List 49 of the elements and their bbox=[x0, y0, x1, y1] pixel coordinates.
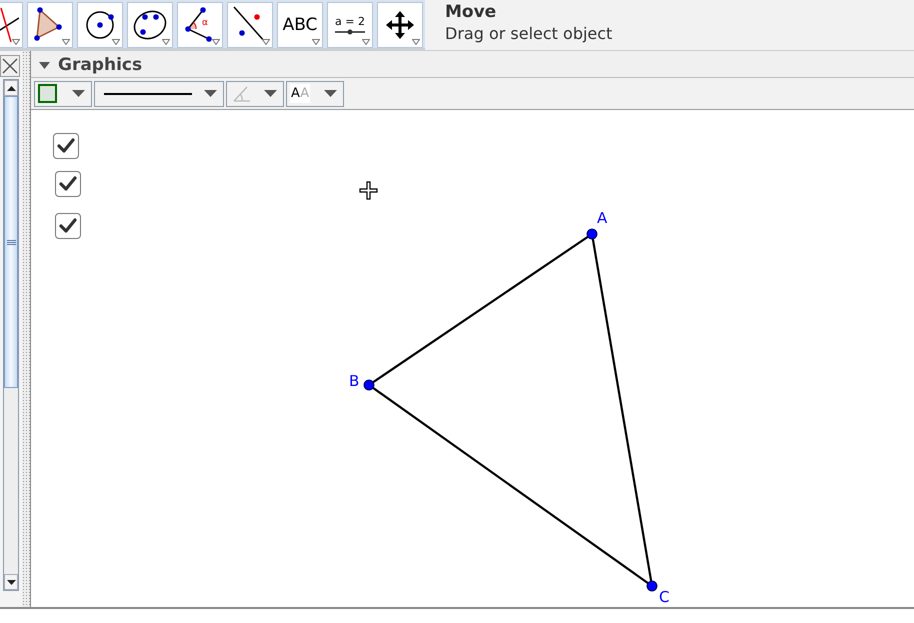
dropdown-triangle-icon bbox=[212, 39, 220, 45]
scroll-up-button[interactable] bbox=[4, 80, 18, 96]
point-label: B bbox=[349, 372, 360, 390]
crosshair-cursor-icon bbox=[359, 181, 378, 200]
dropdown-triangle-icon bbox=[62, 39, 70, 45]
caret-icon bbox=[204, 90, 217, 97]
dropdown-triangle-icon bbox=[312, 39, 320, 45]
dropdown-triangle-icon bbox=[362, 39, 370, 45]
dropdown-triangle-icon bbox=[412, 39, 420, 45]
style-button[interactable] bbox=[94, 80, 224, 106]
tool-button[interactable] bbox=[227, 2, 273, 48]
color-swatch-icon bbox=[38, 84, 57, 103]
tool-button[interactable] bbox=[377, 2, 423, 48]
checkbox[interactable] bbox=[53, 133, 79, 159]
scrollbar[interactable] bbox=[3, 79, 19, 591]
tool-button[interactable] bbox=[27, 2, 73, 48]
panel-title: Graphics bbox=[58, 55, 142, 75]
text-tool-label: ABC bbox=[282, 15, 318, 35]
line-style-icon bbox=[104, 92, 192, 94]
text-style-icon: AA bbox=[290, 84, 310, 103]
up-arrow-icon bbox=[6, 86, 16, 90]
checkbox[interactable] bbox=[55, 171, 81, 197]
tool-button[interactable]: a = 2 bbox=[327, 2, 373, 48]
close-button[interactable] bbox=[0, 55, 20, 77]
caret-icon bbox=[264, 90, 277, 97]
collapse-triangle-icon[interactable] bbox=[39, 62, 50, 68]
scroll-down-button[interactable] bbox=[4, 574, 18, 590]
down-arrow-icon bbox=[6, 580, 16, 584]
point[interactable] bbox=[586, 228, 598, 240]
scroll-thumb[interactable] bbox=[4, 96, 18, 388]
caret-icon bbox=[72, 90, 85, 97]
tool-description: Drag or select object bbox=[445, 24, 612, 43]
point-label: C bbox=[659, 588, 670, 606]
dropdown-triangle-icon bbox=[12, 39, 20, 45]
point[interactable] bbox=[364, 380, 374, 390]
style-button[interactable] bbox=[226, 80, 284, 106]
style-button[interactable] bbox=[34, 80, 92, 106]
tool-name: Move bbox=[445, 2, 498, 22]
caret-icon bbox=[324, 90, 337, 97]
checkbox[interactable] bbox=[55, 213, 81, 239]
tool-button[interactable] bbox=[127, 2, 173, 48]
dropdown-triangle-icon bbox=[262, 39, 270, 45]
point-label: A bbox=[597, 209, 608, 227]
dropdown-triangle-icon bbox=[112, 39, 120, 45]
grip-icon bbox=[6, 240, 16, 244]
point[interactable] bbox=[646, 580, 658, 592]
dropdown-triangle-icon bbox=[162, 39, 170, 45]
tool-button[interactable] bbox=[77, 2, 123, 48]
tool-button[interactable]: ABC bbox=[277, 2, 323, 48]
